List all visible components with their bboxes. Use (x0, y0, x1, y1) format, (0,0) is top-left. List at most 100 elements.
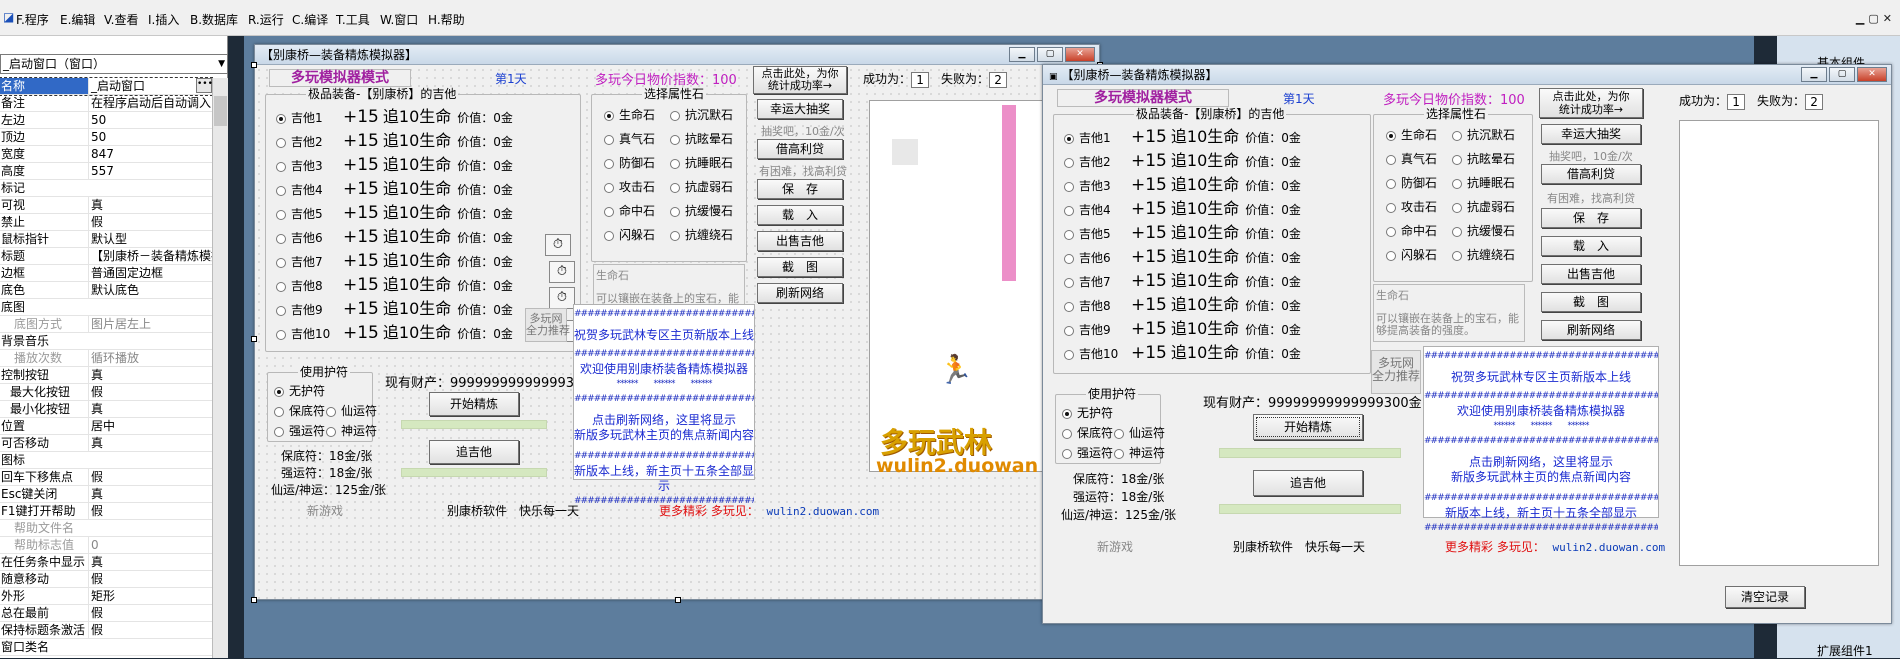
menu-help[interactable]: H.帮助 (428, 11, 465, 28)
protect-xian[interactable]: 仙运符 (326, 403, 377, 419)
property-row[interactable]: 帮助文件名 (0, 520, 212, 537)
stone-item[interactable]: 抗睡眠石 (670, 155, 733, 171)
property-row[interactable]: 窗口类名 (0, 639, 212, 656)
menu-program[interactable]: F.程序 (16, 11, 49, 28)
property-value[interactable]: 557 (88, 163, 212, 179)
property-row[interactable]: 名称 _启动窗口 (0, 77, 213, 96)
stone-item[interactable]: 抗缠绕石 (1452, 247, 1515, 263)
resize-handle[interactable] (675, 597, 681, 603)
equip-item[interactable]: 吉他8 +15 追10生命 价值：0金 (276, 275, 513, 295)
stone-item[interactable]: 抗眩晕石 (1452, 151, 1515, 167)
equip-item[interactable]: 吉他9 +15 追10生命 价值：0金 (276, 299, 513, 319)
minimize-button[interactable]: ▁ (1009, 47, 1035, 62)
stone-item[interactable]: 抗缓慢石 (670, 203, 733, 219)
stone-item[interactable]: 防御石 (604, 155, 655, 171)
property-value[interactable]: 【别康桥－装备精炼模拟 (88, 248, 212, 264)
property-value[interactable]: 50 (88, 129, 212, 145)
stone-item[interactable]: 命中石 (604, 203, 655, 219)
property-value[interactable]: 50 (88, 112, 212, 128)
stone-item[interactable]: 抗虚弱石 (670, 179, 733, 195)
property-value[interactable]: 真 (88, 367, 212, 383)
property-row[interactable]: 总在最前 假 (0, 605, 212, 622)
property-row[interactable]: 回车下移焦点假 (0, 469, 212, 486)
equip-item[interactable]: 吉他2 +15 追10生命 价值：0金 (276, 131, 513, 151)
property-row[interactable]: 可视 真 (0, 197, 212, 214)
equip-item[interactable]: 吉他7 +15 追10生命 价值：0金 (276, 251, 513, 271)
property-value[interactable]: 默认底色 (88, 282, 212, 298)
equip-item[interactable]: 吉他5 +15 追10生命 价值：0金 (1064, 223, 1301, 243)
property-row[interactable]: 标记 (0, 180, 212, 197)
stats-button[interactable]: 点击此处，为你 统计成功率→ (753, 66, 847, 94)
property-value[interactable]: 矩形 (88, 588, 212, 604)
property-row[interactable]: 可否移动 真 (0, 435, 212, 452)
loan-button[interactable]: 借高利贷 (757, 139, 843, 159)
property-row[interactable]: Esc键关闭 真 (0, 486, 212, 503)
equip-item[interactable]: 吉他6 +15 追10生命 价值：0金 (1064, 247, 1301, 267)
property-row[interactable]: 边框 普通固定边框 (0, 265, 212, 282)
stone-item[interactable]: 抗缠绕石 (670, 227, 733, 243)
record-list[interactable] (1679, 120, 1879, 566)
property-value[interactable]: 847 (88, 146, 212, 162)
property-value[interactable]: _启动窗口 (88, 78, 212, 94)
property-value[interactable]: 假 (88, 571, 212, 587)
fail-input[interactable]: 2 (989, 71, 1008, 88)
clear-records-button[interactable]: 清空记录 (1725, 586, 1805, 608)
property-row[interactable]: 最小化按钮 真 (0, 401, 212, 418)
property-row[interactable]: 帮助标志值 0 (0, 537, 212, 554)
protect-god[interactable]: 神运符 (326, 423, 377, 439)
property-row[interactable]: 标题 【别康桥－装备精炼模拟 (0, 248, 212, 265)
footer-site[interactable]: 更多精彩 多玩见： wulin2.duowan.com (659, 502, 879, 519)
menu-insert[interactable]: I.插入 (148, 11, 179, 28)
property-row[interactable]: 底图方式 图片居左上 (0, 316, 212, 333)
property-row[interactable]: 鼠标指针 默认型 (0, 231, 212, 248)
property-row[interactable]: 高度 557 (0, 163, 212, 180)
stone-item[interactable]: 闪躲石 (604, 227, 655, 243)
property-value[interactable]: 假 (88, 469, 212, 485)
scrollbar-thumb[interactable] (214, 96, 227, 126)
property-value[interactable]: 假 (88, 384, 212, 400)
close-button[interactable]: ✕ (1857, 67, 1887, 82)
menu-run[interactable]: R.运行 (248, 11, 284, 28)
load-button[interactable]: 载 入 (1541, 236, 1641, 256)
stone-item[interactable]: 抗沉默石 (670, 107, 733, 123)
ellipsis-button[interactable]: ••• (196, 78, 213, 93)
protect-base[interactable]: 保底符 (274, 403, 325, 419)
stone-item[interactable]: 抗眩晕石 (670, 131, 733, 147)
equip-item[interactable]: 吉他10 +15 追10生命 价值：0金 (1064, 343, 1301, 363)
protect-base[interactable]: 保底符 (1062, 425, 1113, 441)
equip-item[interactable]: 吉他6 +15 追10生命 价值：0金 (276, 227, 513, 247)
resize-handle[interactable] (251, 62, 257, 68)
minimize-button[interactable]: ▁ (1801, 67, 1827, 82)
stone-item[interactable]: 真气石 (1386, 151, 1437, 167)
property-scrollbar[interactable] (212, 78, 228, 658)
refine-button[interactable]: 开始精炼 (429, 392, 519, 416)
save-button[interactable]: 保 存 (757, 179, 843, 199)
equip-item[interactable]: 吉他10 +15 追10生命 价值：0金 (276, 323, 513, 343)
load-button[interactable]: 载 入 (757, 205, 843, 225)
equip-item[interactable]: 吉他7 +15 追10生命 价值：0金 (1064, 271, 1301, 291)
equip-item[interactable]: 吉他4 +15 追10生命 价值：0金 (1064, 199, 1301, 219)
property-row[interactable]: 位置 居中 (0, 418, 212, 435)
property-value[interactable]: 在程序启动后自动调入 (88, 95, 212, 111)
equip-item[interactable]: 吉他1 +15 追10生命 价值：0金 (1064, 127, 1301, 147)
chase-button[interactable]: 追吉他 (1253, 470, 1363, 496)
property-row[interactable]: F1键打开帮助假 (0, 503, 212, 520)
lottery-button[interactable]: 幸运大抽奖 (757, 99, 843, 119)
property-row[interactable]: 底色 默认底色 (0, 282, 212, 299)
property-value[interactable]: 普通固定边框 (88, 265, 212, 281)
equip-item[interactable]: 吉他3 +15 追10生命 价值：0金 (1064, 175, 1301, 195)
loan-button[interactable]: 借高利贷 (1541, 164, 1641, 184)
property-value[interactable]: 真 (88, 486, 212, 502)
property-value[interactable]: 真 (88, 554, 212, 570)
protect-strong[interactable]: 强运符 (1062, 445, 1113, 461)
protect-god[interactable]: 神运符 (1114, 445, 1165, 461)
equip-item[interactable]: 吉他9 +15 追10生命 价值：0金 (1064, 319, 1301, 339)
property-row[interactable]: 背景音乐 (0, 333, 212, 350)
stone-item[interactable]: 命中石 (1386, 223, 1437, 239)
property-value[interactable]: 真 (88, 197, 212, 213)
save-button[interactable]: 保 存 (1541, 208, 1641, 228)
property-row[interactable]: 控制按钮 真 (0, 367, 212, 384)
protect-none[interactable]: 无护符 (274, 383, 325, 399)
property-row[interactable]: 底图 (0, 299, 212, 316)
property-value[interactable]: 循环播放 (88, 350, 212, 366)
